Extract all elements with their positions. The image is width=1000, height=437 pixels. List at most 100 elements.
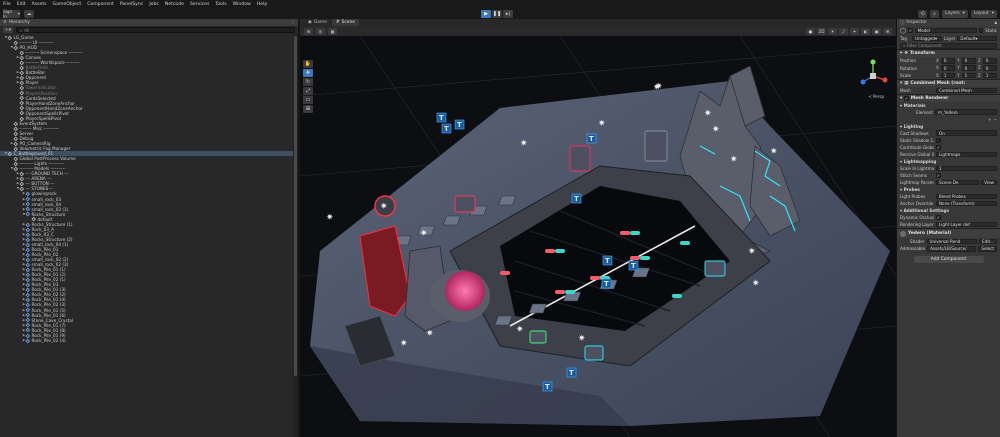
edit-shader-button[interactable]: Edit... [979, 238, 997, 245]
move-tool-icon[interactable]: ✥ [303, 69, 313, 77]
layout-dropdown[interactable]: Layout ▾ [970, 9, 997, 18]
contribute-gi-checkbox[interactable]: ✓ [936, 145, 941, 150]
play-button[interactable]: ▶ [481, 9, 491, 18]
mesh-field[interactable]: Combined Mesh [936, 87, 997, 94]
hierarchy-scrollbar[interactable] [293, 34, 298, 437]
static-checkbox[interactable] [978, 28, 984, 33]
mesh-renderer-header[interactable]: ▾ ✓ Mesh Renderer [897, 94, 1000, 103]
rendering-layer-dropdown[interactable]: Light Layer def [936, 221, 997, 228]
camera-icon[interactable]: ▣ [872, 27, 881, 35]
add-object-button[interactable]: + ▾ [3, 27, 13, 33]
stitch-seams-checkbox[interactable]: ✓ [936, 173, 941, 178]
orientation-gizmo[interactable] [858, 58, 888, 98]
persp-label[interactable]: < Persp [868, 94, 884, 99]
position-z-field[interactable]: 0 [982, 58, 997, 64]
menu-item-panelsync[interactable]: PanelSync [120, 2, 143, 7]
mesh-renderer-checkbox[interactable]: ✓ [904, 96, 909, 101]
anchor-override-field[interactable]: None (Transform) [936, 200, 997, 207]
menu-item-edit[interactable]: Edit [17, 2, 26, 7]
tab-game[interactable]: ◉ Game [304, 19, 331, 26]
menu-item-gameobject[interactable]: GameObject [53, 2, 82, 7]
menu-item-netcode[interactable]: Netcode [165, 2, 184, 7]
tag-dropdown[interactable]: Untagged ▾ [912, 35, 942, 42]
grid-snap-button[interactable]: ▦ [328, 27, 337, 35]
effects-toggle[interactable]: ✦ [850, 27, 859, 35]
scale-tool-icon[interactable]: ⤢ [303, 87, 313, 95]
object-name-field[interactable]: Model [914, 27, 977, 34]
lightmap-param-dropdown[interactable]: Scene De [936, 179, 980, 186]
stitch-seams-row: Stitch Seams ✓ [897, 172, 1000, 179]
global-toggle[interactable]: ◎ [316, 27, 325, 35]
scale-lightmap-field[interactable]: 1 [936, 165, 997, 172]
receive-gi-dropdown[interactable]: Lightmaps [936, 151, 997, 158]
tab-scene[interactable]: # Scene [331, 19, 359, 26]
plus-icon[interactable]: + [988, 117, 991, 122]
rotation-y-field[interactable]: 0 [961, 65, 976, 71]
active-checkbox[interactable]: ✓ [908, 28, 913, 33]
svg-text:T: T [457, 121, 462, 129]
scrollbar-thumb[interactable] [294, 36, 297, 376]
view-label: View [984, 180, 994, 186]
scale-x-field[interactable]: 1 [940, 72, 956, 79]
hierarchy-search-input[interactable]: ⌕ All [16, 27, 295, 33]
scene-viewport[interactable]: T T T T T T T T T T ✷ ✷ ✷ ✷ ✷ ✷ ✷ ✷ ✷ ✷ … [300, 36, 896, 437]
light-probes-dropdown[interactable]: Blend Probes [936, 193, 997, 200]
hierarchy-row[interactable]: ▶ Rock_Pile_02 (4) [0, 338, 298, 343]
render-mode-button[interactable]: ● [806, 27, 815, 35]
material-field[interactable]: m_Yedero [934, 109, 997, 115]
rotation-x-field[interactable]: 0 [940, 65, 956, 71]
addressable-field[interactable]: Assets/LB/Source/ [927, 246, 977, 252]
combined-mesh-header[interactable]: ▾ ▦ Combined Mesh (root: [897, 78, 1000, 87]
rotate-tool-icon[interactable]: ↻ [303, 78, 313, 86]
step-button[interactable]: ▸| [503, 9, 513, 18]
search-icon[interactable]: ⌕ [930, 9, 940, 18]
inspector-tab[interactable]: ⓘ Inspector 🔒︎ [897, 19, 1000, 26]
history-icon[interactable]: ⟲ [918, 9, 928, 18]
material-header[interactable]: Yedero (Material) [897, 228, 1000, 239]
menu-item-assets[interactable]: Assets [32, 2, 47, 7]
audio-toggle[interactable]: ♪ [839, 27, 848, 35]
position-x-field[interactable]: 0 [940, 58, 956, 64]
svg-text:T: T [631, 262, 636, 270]
menu-item-services[interactable]: Services [190, 2, 209, 7]
menu-item-component[interactable]: Component [87, 2, 114, 7]
scale-y-field[interactable]: 1 [961, 72, 976, 79]
layer-dropdown[interactable]: Default ▾ [957, 35, 997, 42]
dynamic-occlusion-checkbox[interactable]: ✓ [936, 215, 941, 220]
lock-icon[interactable]: 🔒︎ [995, 20, 997, 26]
cast-shadows-dropdown[interactable]: On [936, 130, 997, 136]
lighting-toggle[interactable]: ☀ [828, 27, 837, 35]
hierarchy-tab[interactable]: ≡ Hierarchy ⋮ [0, 19, 298, 26]
hierarchy-tab-label: Hierarchy [8, 20, 30, 25]
menu-item-window[interactable]: Window [233, 2, 251, 7]
layers-dropdown[interactable]: Layers ▾ [942, 9, 968, 18]
kebab-icon[interactable]: ⋮ [291, 20, 295, 25]
gizmos-toggle[interactable]: ⊛ [883, 27, 892, 35]
hidden-objects-toggle[interactable]: ◐ [861, 27, 870, 35]
position-y-field[interactable]: 0 [961, 58, 976, 64]
menu-item-tools[interactable]: Tools [215, 2, 226, 7]
2d-toggle[interactable]: 2D [817, 27, 826, 35]
rect-tool-icon[interactable]: ▭ [303, 96, 313, 104]
add-component-button[interactable]: Add Component [913, 256, 984, 264]
view-button[interactable]: View [981, 179, 997, 186]
select-button[interactable]: Select [978, 246, 997, 252]
transform-header[interactable]: ▾ ✥ Transform [897, 49, 1000, 58]
cloud-icon[interactable]: ☁ [24, 9, 34, 18]
component-filter-input[interactable]: ⌕ Filter Component [900, 43, 997, 49]
sign-in-button[interactable]: Sign In ▾ [3, 9, 20, 19]
menu-item-jobs[interactable]: Jobs [149, 2, 158, 7]
transform-tool-icon[interactable]: ⊞ [303, 105, 313, 113]
hand-tool-icon[interactable]: ✋ [303, 60, 313, 68]
shader-dropdown[interactable]: Universal Rend [926, 238, 978, 245]
menu-item-help[interactable]: Help [257, 2, 267, 7]
rotation-z-field[interactable]: 0 [982, 65, 997, 71]
menu-item-file[interactable]: File [3, 2, 11, 7]
static-shadow-checkbox[interactable] [936, 138, 941, 143]
position-row: Position X0 Y0 Z0 [897, 57, 1000, 64]
pause-button[interactable]: ❚❚ [492, 9, 502, 18]
scale-z-field[interactable]: 1 [982, 72, 997, 79]
chevron-down-icon: ▾ [17, 11, 20, 16]
pivot-toggle[interactable]: ⊕ [304, 27, 313, 35]
minus-icon[interactable]: − [994, 117, 997, 122]
